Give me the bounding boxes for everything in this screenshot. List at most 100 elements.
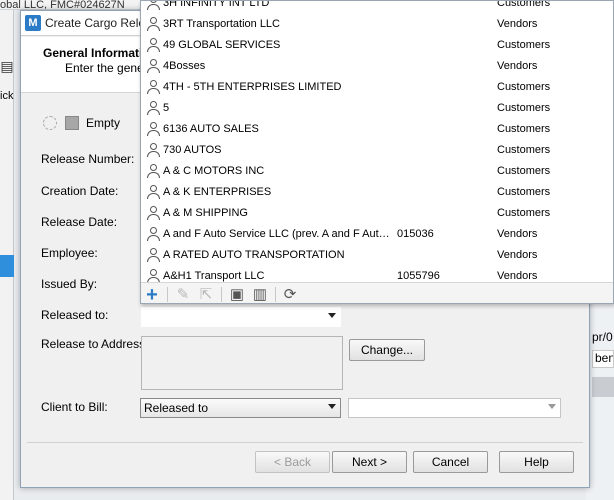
background-cell[interactable]: ben — [592, 350, 614, 368]
refresh-icon[interactable]: ⟳ — [282, 287, 298, 303]
issued-by-label: Issued By: — [41, 277, 98, 291]
company-name: 3H INFINITY INT LTD — [163, 0, 270, 9]
list-item[interactable]: A & M SHIPPING Customers — [141, 203, 613, 224]
chevron-down-icon[interactable] — [328, 404, 336, 409]
list-item[interactable]: 4Bosses Vendors — [141, 56, 613, 77]
company-list: 3H INFINITY INT LTD Customers 3RT Transpor… — [141, 0, 613, 287]
person-icon — [147, 38, 160, 52]
change-button[interactable]: Change... — [349, 339, 425, 361]
list-item[interactable]: 6136 AUTO SALES Customers — [141, 119, 613, 140]
person-icon — [147, 122, 160, 136]
pencil-icon[interactable]: ✎ — [175, 287, 191, 303]
person-icon — [147, 59, 160, 73]
toolbar-separator — [275, 287, 276, 302]
release-to-address-label: Release to Address: — [41, 337, 149, 351]
company-name: 730 AUTOS — [163, 144, 222, 156]
company-type: Customers — [497, 39, 551, 51]
list-item[interactable]: 49 GLOBAL SERVICES Customers — [141, 35, 613, 56]
company-type: Customers — [497, 144, 551, 156]
list-item[interactable]: A and F Auto Service LLC (prev. A and F … — [141, 224, 613, 245]
list-item[interactable]: 3RT Transportation LLC Vendors — [141, 14, 613, 35]
company-type: Vendors — [497, 228, 538, 240]
list-item[interactable]: A & K ENTERPRISES Customers — [141, 182, 613, 203]
company-name: A & K ENTERPRISES — [163, 186, 272, 198]
person-icon — [147, 269, 160, 283]
columns-icon[interactable]: ▥ — [252, 287, 268, 303]
client-to-bill-combobox[interactable] — [348, 398, 561, 418]
company-type: Customers — [497, 81, 551, 93]
person-icon — [147, 143, 160, 157]
help-button[interactable]: Help — [499, 451, 574, 473]
released-to-combobox[interactable] — [141, 307, 341, 327]
person-icon — [147, 80, 160, 94]
person-icon — [147, 17, 160, 31]
company-type: Vendors — [497, 18, 538, 30]
client-to-bill-value: Released to — [144, 401, 209, 415]
empty-label[interactable]: Empty — [86, 116, 120, 130]
creation-date-label: Creation Date: — [41, 184, 119, 198]
company-type: Vendors — [497, 249, 538, 261]
background-right-panel: pr/0 ben — [586, 300, 614, 500]
footer-divider — [27, 442, 583, 443]
background-cell: pr/0 — [592, 330, 613, 344]
company-name: 4Bosses — [163, 60, 206, 72]
list-item[interactable]: 4TH - 5TH ENTERPRISES LIMITED Customers — [141, 77, 613, 98]
list-item[interactable]: 5 Customers — [141, 98, 613, 119]
company-type: Customers — [497, 102, 551, 114]
background-left-label: ick — [0, 90, 14, 102]
release-number-label: Release Number: — [41, 152, 135, 166]
person-icon — [147, 248, 160, 262]
list-item[interactable]: 3H INFINITY INT LTD Customers — [141, 0, 613, 14]
popup-toolbar: + ✎ ⇱ ▣ ▥ ⟳ — [141, 282, 613, 303]
chevron-down-icon[interactable] — [328, 313, 336, 318]
release-to-address-box[interactable] — [141, 336, 343, 390]
back-button[interactable]: < Back — [255, 451, 330, 473]
client-to-bill-label: Client to Bill: — [41, 400, 108, 414]
toolbar-icon[interactable]: ▤ — [0, 58, 14, 84]
person-icon — [147, 227, 160, 241]
company-name: A & C MOTORS INC — [163, 165, 265, 177]
background-left-panel: ▤ ick — [0, 10, 14, 500]
client-to-bill-select[interactable]: Released to — [140, 398, 341, 418]
cancel-button[interactable]: Cancel — [413, 451, 488, 473]
toolbar-separator — [221, 287, 222, 302]
release-date-label: Release Date: — [41, 215, 118, 229]
released-to-label: Released to: — [41, 308, 109, 322]
employee-label: Employee: — [41, 246, 98, 260]
background-bar — [592, 377, 614, 397]
company-type: Vendors — [497, 60, 538, 72]
company-name: 6136 AUTO SALES — [163, 123, 259, 135]
company-name: 4TH - 5TH ENTERPRISES LIMITED — [163, 81, 342, 93]
company-name: A and F Auto Service LLC (prev. A and F … — [163, 228, 393, 240]
merge-icon[interactable]: ⇱ — [198, 287, 214, 303]
list-item[interactable]: A & C MOTORS INC Customers — [141, 161, 613, 182]
company-name: A RATED AUTO TRANSPORTATION — [163, 249, 345, 261]
company-name: 5 — [163, 102, 170, 114]
toolbar-separator — [167, 287, 168, 302]
chevron-down-icon[interactable] — [548, 404, 556, 409]
person-icon — [147, 101, 160, 115]
person-icon — [147, 206, 160, 220]
company-name: 49 GLOBAL SERVICES — [163, 39, 281, 51]
company-name: 3RT Transportation LLC — [163, 18, 280, 30]
document-view-icon[interactable]: ▣ — [229, 287, 245, 303]
next-button[interactable]: Next > — [332, 451, 407, 473]
company-type: Customers — [497, 186, 551, 198]
person-icon — [147, 164, 160, 178]
person-icon — [147, 1, 160, 10]
company-type: Customers — [497, 165, 551, 177]
plus-icon[interactable]: + — [144, 285, 160, 303]
company-code: 015036 — [397, 228, 434, 240]
background-selected-item[interactable] — [0, 255, 14, 277]
person-icon — [147, 185, 160, 199]
company-dropdown-popup: 3H INFINITY INT LTD Customers 3RT Transpor… — [140, 0, 614, 304]
company-type: Customers — [497, 0, 551, 9]
list-item[interactable]: A RATED AUTO TRANSPORTATION Vendors — [141, 245, 613, 266]
app-logo-icon: M — [25, 15, 41, 31]
company-name: A & M SHIPPING — [163, 207, 248, 219]
company-type: Customers — [497, 123, 551, 135]
list-item[interactable]: 730 AUTOS Customers — [141, 140, 613, 161]
company-type: Customers — [497, 207, 551, 219]
box-icon[interactable] — [65, 116, 79, 130]
loading-icon — [43, 116, 57, 130]
